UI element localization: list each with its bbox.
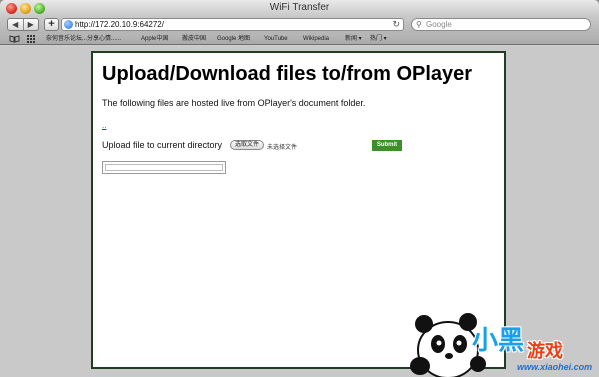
globe-icon [64, 20, 73, 29]
toolbar: ◀ ▶ + http://172.20.10.9:64272/ ↻ ⚲ Goog… [0, 16, 599, 34]
search-placeholder: Google [426, 20, 452, 29]
upload-progress-box [102, 161, 226, 174]
page-title: Upload/Download files to/from OPlayer [102, 63, 473, 85]
bookmark-item[interactable]: Apple中国 [141, 35, 168, 43]
address-bar[interactable]: http://172.20.10.9:64272/ ↻ [61, 18, 404, 31]
bookmark-item[interactable]: YouTube [264, 35, 288, 43]
reading-list-icon[interactable] [9, 35, 20, 43]
url-text: http://172.20.10.9:64272/ [75, 20, 164, 29]
watermark-brand-games: 游戏 [527, 341, 563, 361]
top-sites-icon[interactable] [27, 35, 36, 43]
bookmarks-bar: 奈何音乐论坛...分享心情...... Apple中国 搬皮中国 Google … [0, 34, 599, 45]
title-bar: WiFi Transfer [0, 0, 599, 16]
no-file-label: 未选择文件 [267, 145, 298, 151]
back-button[interactable]: ◀ [8, 19, 23, 30]
search-icon: ⚲ [416, 20, 422, 29]
choose-file-button[interactable]: 选取文件 [230, 140, 265, 150]
bookmark-item[interactable]: 搬皮中国 [182, 35, 206, 43]
bookmark-item[interactable]: Google 地图 [217, 35, 250, 43]
upload-label: Upload file to current directory [102, 140, 223, 150]
upload-progress-track [105, 164, 223, 171]
nav-buttons: ◀ ▶ [7, 18, 39, 31]
window-title: WiFi Transfer [269, 2, 330, 13]
bookmark-item[interactable]: 新闻 ▾ [345, 35, 362, 43]
back-arrow-icon: ◀ [12, 20, 19, 29]
watermark-site: www.xiaohei.com [517, 362, 593, 372]
intro-text: The following files are hosted live from… [102, 98, 366, 108]
submit-button[interactable]: Submit [372, 140, 402, 151]
forward-button[interactable]: ▶ [22, 19, 39, 30]
bookmark-item[interactable]: Wikipedia [303, 35, 329, 43]
watermark-brand: 小黑 [472, 325, 525, 355]
forward-arrow-icon: ▶ [27, 20, 34, 29]
parent-directory-link[interactable]: .. [102, 121, 106, 130]
bookmark-item[interactable]: 热门 ▾ [370, 35, 387, 43]
bookmark-item[interactable]: 奈何音乐论坛...分享心情...... [46, 35, 121, 43]
add-bookmark-button[interactable]: + [44, 18, 59, 31]
reload-icon[interactable]: ↻ [392, 19, 400, 30]
search-input[interactable]: ⚲ Google [411, 18, 591, 31]
